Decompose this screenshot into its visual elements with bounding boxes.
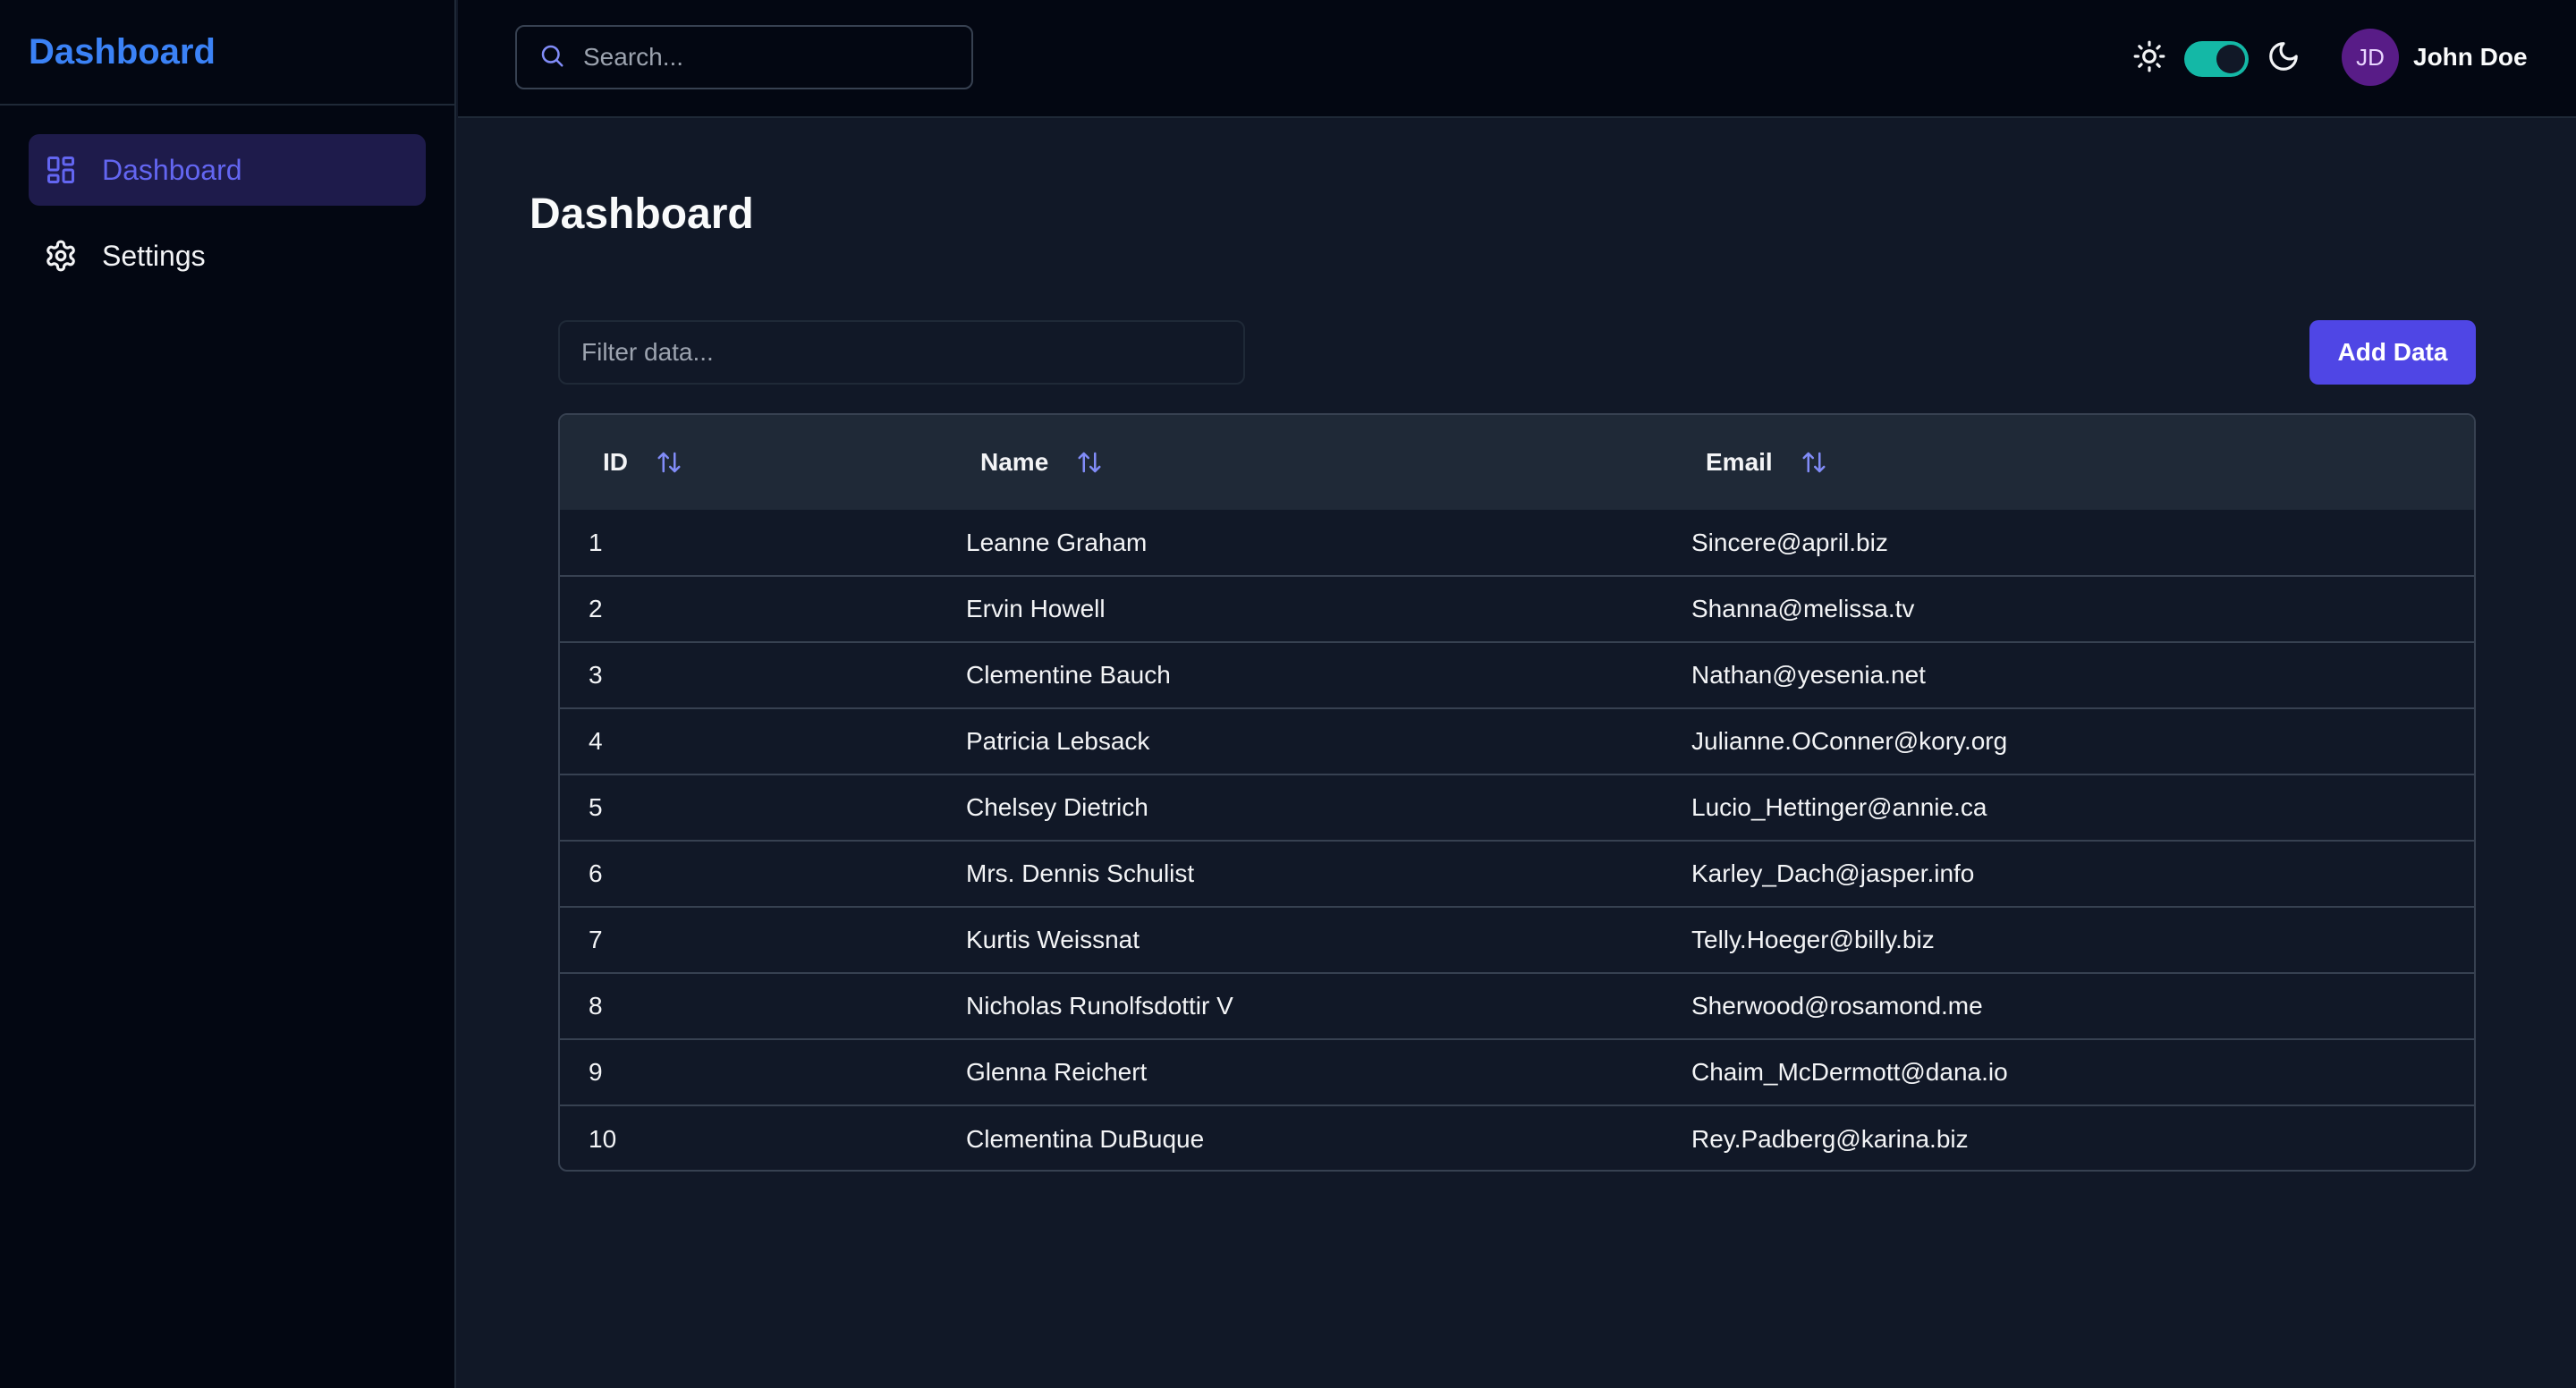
cell-name: Clementine Bauch <box>966 661 1171 689</box>
cell-name: Leanne Graham <box>966 528 1148 556</box>
cell-name: Chelsey Dietrich <box>966 793 1148 821</box>
cell-email: Chaim_McDermott@dana.io <box>1691 1058 2008 1086</box>
search-icon <box>538 42 565 73</box>
table-row[interactable]: 3 Clementine Bauch Nathan@yesenia.net <box>560 642 2474 708</box>
user-menu[interactable]: JD John Doe <box>2342 29 2528 86</box>
column-header-email[interactable]: Email <box>1648 415 2474 510</box>
avatar[interactable]: JD <box>2342 29 2399 86</box>
table-row[interactable]: 9 Glenna Reichert Chaim_McDermott@dana.i… <box>560 1039 2474 1105</box>
cell-id: 2 <box>589 595 603 622</box>
cell-email: Shanna@melissa.tv <box>1691 595 1915 622</box>
theme-toggle[interactable] <box>2184 40 2249 77</box>
sort-icon[interactable] <box>1800 448 1828 477</box>
cell-email: Nathan@yesenia.net <box>1691 661 1926 689</box>
table-row[interactable]: 8 Nicholas Runolfsdottir V Sherwood@rosa… <box>560 973 2474 1039</box>
search-input[interactable] <box>583 43 941 72</box>
cell-name: Glenna Reichert <box>966 1058 1148 1086</box>
column-header-id[interactable]: ID <box>560 415 923 510</box>
cell-email: Telly.Hoeger@billy.biz <box>1691 926 1935 953</box>
cell-name: Patricia Lebsack <box>966 727 1150 755</box>
column-label: ID <box>603 448 628 476</box>
user-name: John Doe <box>2413 43 2528 71</box>
search-box[interactable] <box>515 25 973 89</box>
sort-icon[interactable] <box>1075 448 1104 477</box>
cell-id: 1 <box>589 528 603 556</box>
gear-icon <box>43 238 79 274</box>
page-title: Dashboard <box>530 190 754 238</box>
sidebar-item-settings[interactable]: Settings <box>29 220 426 292</box>
theme-switcher <box>2132 39 2301 78</box>
table-row[interactable]: 1 Leanne Graham Sincere@april.biz <box>560 510 2474 576</box>
cell-email: Lucio_Hettinger@annie.ca <box>1691 793 1987 821</box>
cell-id: 10 <box>589 1124 617 1153</box>
sidebar-nav: Dashboard Settings <box>0 106 454 320</box>
cell-email: Sherwood@rosamond.me <box>1691 992 1983 1020</box>
sidebar-item-dashboard[interactable]: Dashboard <box>29 134 426 206</box>
sidebar: Dashboard Dashboard Settings <box>0 0 456 1388</box>
cell-name: Nicholas Runolfsdottir V <box>966 992 1233 1020</box>
cell-id: 8 <box>589 992 603 1020</box>
sidebar-item-label: Dashboard <box>102 153 242 186</box>
table-row[interactable]: 2 Ervin Howell Shanna@melissa.tv <box>560 576 2474 642</box>
column-label: Email <box>1706 448 1773 476</box>
moon-icon <box>2267 39 2301 78</box>
table-row[interactable]: 7 Kurtis Weissnat Telly.Hoeger@billy.biz <box>560 907 2474 973</box>
cell-name: Clementina DuBuque <box>966 1124 1205 1153</box>
cell-id: 3 <box>589 661 603 689</box>
brand-title[interactable]: Dashboard <box>29 32 216 72</box>
cell-name: Ervin Howell <box>966 595 1106 622</box>
cell-email: Karley_Dach@jasper.info <box>1691 859 1975 887</box>
table-row[interactable]: 6 Mrs. Dennis Schulist Karley_Dach@jaspe… <box>560 841 2474 907</box>
table-row[interactable]: 5 Chelsey Dietrich Lucio_Hettinger@annie… <box>560 774 2474 841</box>
sun-icon <box>2132 39 2166 78</box>
table-row[interactable]: 10 Clementina DuBuque Rey.Padberg@karina… <box>560 1105 2474 1170</box>
sort-icon[interactable] <box>655 448 683 477</box>
cell-email: Rey.Padberg@karina.biz <box>1691 1124 1969 1153</box>
data-table: ID Name Email 1 Leanne Graham Sincere@ap… <box>558 413 2476 1172</box>
table-header-row: ID Name Email <box>560 415 2474 510</box>
column-label: Name <box>980 448 1049 476</box>
cell-email: Sincere@april.biz <box>1691 528 1888 556</box>
cell-id: 6 <box>589 859 603 887</box>
add-data-button[interactable]: Add Data <box>2309 320 2476 385</box>
grid-icon <box>43 152 79 188</box>
topbar: JD John Doe <box>458 0 2576 118</box>
cell-id: 9 <box>589 1058 603 1086</box>
cell-id: 7 <box>589 926 603 953</box>
cell-name: Mrs. Dennis Schulist <box>966 859 1195 887</box>
cell-id: 4 <box>589 727 603 755</box>
cell-email: Julianne.OConner@kory.org <box>1691 727 2008 755</box>
toggle-knob <box>2216 44 2245 73</box>
sidebar-item-label: Settings <box>102 239 206 272</box>
table-row[interactable]: 4 Patricia Lebsack Julianne.OConner@kory… <box>560 708 2474 774</box>
column-header-name[interactable]: Name <box>923 415 1648 510</box>
brand: Dashboard <box>0 0 454 106</box>
cell-name: Kurtis Weissnat <box>966 926 1140 953</box>
filter-input[interactable] <box>558 320 1245 385</box>
cell-id: 5 <box>589 793 603 821</box>
